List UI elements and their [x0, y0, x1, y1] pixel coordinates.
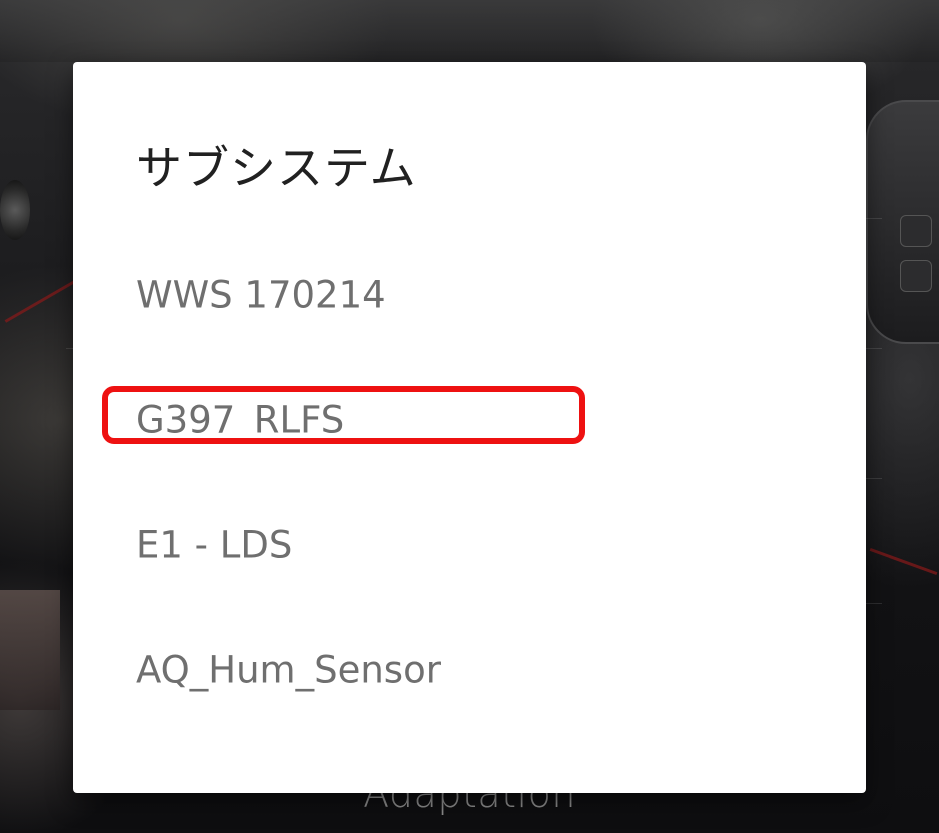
- background-wheel-button: [900, 215, 932, 247]
- option-label: AQ_Hum_Sensor: [136, 648, 441, 691]
- option-g397-rlfs[interactable]: G397_RLFS: [73, 357, 866, 482]
- option-wws-170214[interactable]: WWS 170214: [73, 232, 866, 357]
- dialog-title: サブシステム: [136, 141, 417, 195]
- option-label: WWS 170214: [136, 273, 386, 316]
- option-label: G397_RLFS: [136, 398, 345, 441]
- option-label: E1 - LDS: [136, 523, 293, 566]
- screen: Adaptation サブシステム WWS 170214 G397_RLFS E…: [0, 0, 939, 833]
- option-e1-lds[interactable]: E1 - LDS: [73, 482, 866, 607]
- background-top-area: [0, 0, 939, 62]
- option-aq-hum-sensor[interactable]: AQ_Hum_Sensor: [73, 607, 866, 732]
- background-wheel-button: [900, 260, 932, 292]
- background-air-vent: [0, 180, 30, 240]
- background-gear-shifter: [0, 590, 60, 710]
- subsystem-dialog: サブシステム WWS 170214 G397_RLFS E1 - LDS AQ_…: [73, 62, 866, 793]
